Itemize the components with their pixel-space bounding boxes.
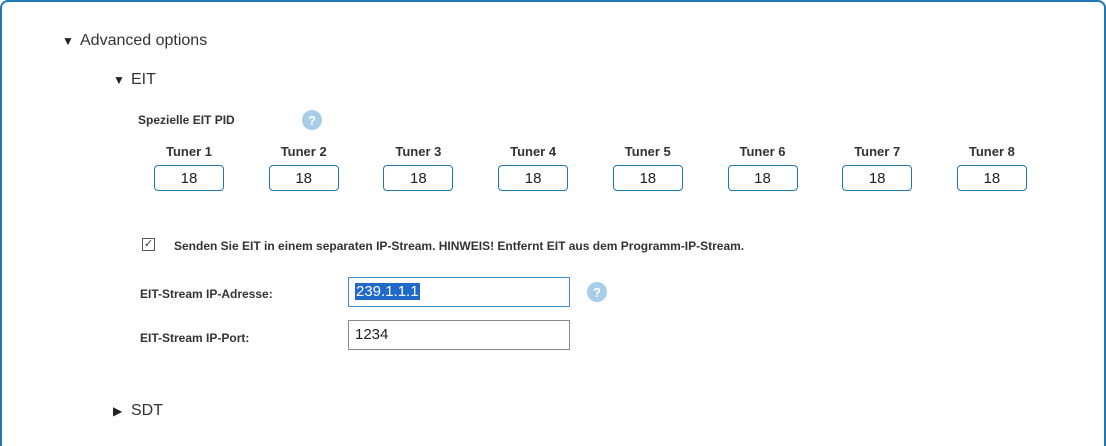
collapsed-arrow-icon: ▶ <box>113 404 123 418</box>
help-icon[interactable]: ? <box>587 282 607 302</box>
tuner-pid-input[interactable] <box>842 165 913 191</box>
tuner-3: Tuner 3 <box>383 144 454 191</box>
help-icon[interactable]: ? <box>302 110 322 130</box>
tuner-pid-input[interactable] <box>498 165 569 191</box>
tuner-4: Tuner 4 <box>498 144 569 191</box>
ip-port-label: EIT-Stream IP-Port: <box>140 331 250 345</box>
tuner-1: Tuner 1 <box>154 144 224 191</box>
expanded-arrow-icon: ▼ <box>62 34 74 48</box>
advanced-options-toggle[interactable]: ▼ Advanced options <box>62 32 207 50</box>
expanded-arrow-icon: ▼ <box>113 73 125 87</box>
special-eit-pid-label: Spezielle EIT PID <box>138 113 235 127</box>
tuner-label: Tuner 1 <box>166 144 212 159</box>
sdt-toggle[interactable]: ▶ SDT <box>113 402 163 420</box>
sdt-label: SDT <box>131 402 163 419</box>
tuner-5: Tuner 5 <box>612 144 683 191</box>
tuner-pid-input[interactable] <box>727 165 798 191</box>
ip-address-input[interactable]: 239.1.1.1 <box>348 277 570 307</box>
tuner-2: Tuner 2 <box>268 144 339 191</box>
tuner-7: Tuner 7 <box>842 144 913 191</box>
tuner-pid-input[interactable] <box>612 165 683 191</box>
eit-toggle[interactable]: ▼ EIT <box>113 71 156 89</box>
ip-port-value: 1234 <box>355 326 389 343</box>
eit-label: EIT <box>131 71 156 88</box>
tuner-label: Tuner 5 <box>624 144 671 159</box>
tuner-label: Tuner 2 <box>280 144 327 159</box>
ip-port-input[interactable]: 1234 <box>348 320 570 350</box>
separate-stream-checkbox[interactable]: ✓ <box>142 238 155 251</box>
tuner-pid-input[interactable] <box>154 165 224 191</box>
tuner-label: Tuner 7 <box>854 144 901 159</box>
tuner-label: Tuner 4 <box>510 144 557 159</box>
tuner-6: Tuner 6 <box>727 144 798 191</box>
tuner-pid-input[interactable] <box>268 165 339 191</box>
ip-address-label: EIT-Stream IP-Adresse: <box>140 287 273 301</box>
tuner-label: Tuner 3 <box>395 144 442 159</box>
tuner-label: Tuner 8 <box>968 144 1015 159</box>
tuner-8: Tuner 8 <box>956 144 1027 191</box>
separate-stream-label: Senden Sie EIT in einem separaten IP-Str… <box>174 239 745 253</box>
advanced-options-panel: ▼ Advanced options ▼ EIT Spezielle EIT P… <box>0 0 1106 446</box>
ip-address-value: 239.1.1.1 <box>355 283 420 300</box>
tuner-pid-input[interactable] <box>383 165 454 191</box>
tuner-label: Tuner 6 <box>739 144 786 159</box>
tuner-pid-input[interactable] <box>956 165 1027 191</box>
advanced-options-label: Advanced options <box>80 32 208 49</box>
